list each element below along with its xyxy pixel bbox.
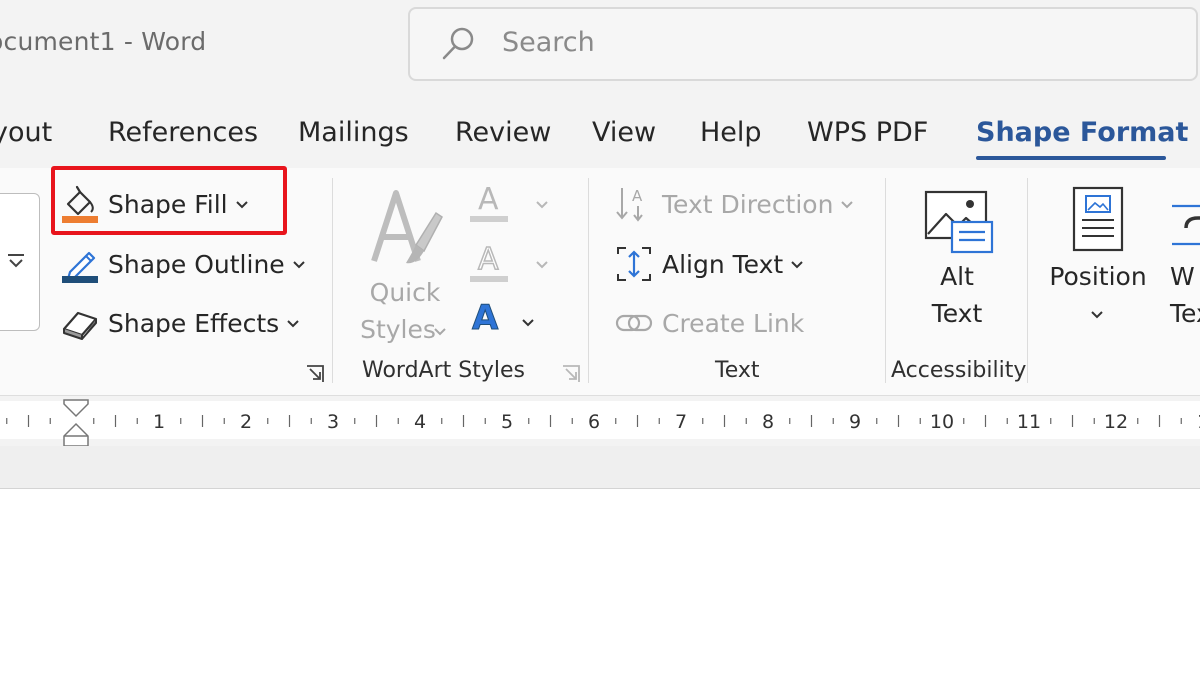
create-link-label: Create Link (662, 308, 805, 338)
chevron-down-icon (791, 261, 803, 269)
tab-layout[interactable]: yout (0, 117, 52, 148)
chevron-down-icon (287, 320, 299, 328)
chevron-down-icon (522, 319, 534, 327)
shape-fill-label: Shape Fill (108, 189, 228, 219)
chevron-down-icon (1091, 311, 1103, 319)
position-label: Position (1049, 262, 1147, 291)
tab-wps-pdf[interactable]: WPS PDF (807, 117, 928, 148)
text-group-label: Text (715, 358, 760, 383)
tab-mailings[interactable]: Mailings (298, 117, 409, 148)
dialog-launcher-icon[interactable] (560, 363, 582, 385)
shape-outline-label: Shape Outline (108, 249, 285, 279)
title-bar: ocument1 - Word Search (0, 0, 1200, 100)
shape-fill-button[interactable]: Shape Fill (60, 184, 250, 224)
shape-outline-button[interactable]: Shape Outline (60, 244, 307, 284)
align-text-icon (617, 247, 651, 281)
group-separator (588, 178, 589, 383)
search-icon (442, 27, 474, 60)
search-box[interactable]: Search (408, 7, 1198, 81)
quick-styles-label-1: Quick (369, 278, 441, 307)
chevron-down-icon (536, 201, 548, 209)
group-separator (885, 178, 886, 383)
ribbon: Shape Fill Shape Outline Shape Effects Q… (0, 166, 1200, 396)
ruler-number: 6 (588, 411, 600, 433)
ruler-number: 2 (240, 411, 252, 433)
group-separator (1027, 178, 1028, 383)
ruler-number: 5 (501, 411, 513, 433)
wordart-styles-group-label: WordArt Styles (362, 358, 525, 383)
ruler-scale: 1234567891011121 (0, 399, 1200, 446)
group-separator (332, 178, 333, 383)
create-link-button[interactable]: Create Link (614, 303, 804, 343)
alt-text-button[interactable]: Alt Text (904, 188, 1014, 338)
svg-text:A: A (632, 187, 643, 205)
align-text-button[interactable]: Align Text (614, 244, 805, 284)
tab-help[interactable]: Help (700, 117, 762, 148)
text-direction-icon: A (616, 187, 643, 222)
ruler-number: 1 (153, 411, 165, 433)
ruler-number: 10 (930, 411, 954, 433)
document-page[interactable] (0, 490, 1200, 675)
chevron-down-icon (434, 328, 446, 336)
text-outline-button[interactable]: A (468, 241, 558, 286)
tab-review[interactable]: Review (455, 117, 551, 148)
ruler-number: 7 (675, 411, 687, 433)
alt-text-icon (924, 190, 994, 254)
text-effects-button[interactable]: A (468, 298, 558, 344)
shape-styles-gallery[interactable] (0, 193, 40, 331)
ruler-number: 12 (1104, 411, 1128, 433)
paint-bucket-icon (62, 185, 98, 223)
position-button[interactable]: Position (1044, 186, 1154, 346)
wrap-text-label-2: Tex (1170, 299, 1200, 328)
text-effects-glyph: A (471, 298, 499, 339)
position-icon (1072, 186, 1124, 252)
search-placeholder: Search (502, 27, 595, 58)
accessibility-group-label: Accessibility (891, 358, 1027, 383)
pencil-outline-icon (62, 251, 98, 283)
wrap-text-button[interactable]: W Tex (1160, 186, 1200, 346)
document-title: ocument1 - Word (0, 27, 207, 56)
wrap-text-icon (1172, 204, 1200, 246)
quick-styles-icon (371, 190, 443, 264)
text-fill-color-bar (470, 216, 508, 222)
text-fill-button[interactable]: A (468, 182, 558, 226)
link-icon (615, 314, 653, 332)
tab-view[interactable]: View (592, 117, 656, 148)
active-tab-indicator (976, 156, 1166, 160)
text-fill-glyph: A (478, 182, 499, 217)
shape-effects-label: Shape Effects (108, 308, 280, 338)
wrap-text-label-1: W (1170, 262, 1195, 291)
ribbon-tabs: yout References Mailings Review View Hel… (0, 100, 1200, 168)
ruler-number: 9 (849, 411, 861, 433)
tab-shape-format[interactable]: Shape Format (976, 117, 1188, 148)
ruler-number: 4 (414, 411, 426, 433)
alt-text-label-2: Text (931, 299, 983, 328)
align-text-label: Align Text (662, 249, 784, 279)
chevron-down-icon (841, 201, 854, 209)
chevron-down-icon (536, 261, 548, 269)
ruler-number: 8 (762, 411, 774, 433)
shape-effects-button[interactable]: Shape Effects (60, 303, 301, 343)
canvas-top-margin (0, 446, 1200, 489)
shape-effects-icon (62, 311, 98, 340)
ruler-number: 11 (1017, 411, 1041, 433)
horizontal-ruler[interactable]: 1234567891011121 (0, 396, 1200, 446)
text-direction-label: Text Direction (662, 189, 834, 219)
chevron-down-icon (292, 261, 305, 269)
gallery-more-icon (8, 254, 24, 268)
alt-text-label-1: Alt (940, 262, 974, 291)
dialog-launcher-icon[interactable] (304, 363, 326, 385)
text-direction-button[interactable]: A Text Direction (614, 184, 855, 224)
text-outline-glyph: A (477, 241, 499, 278)
ruler-number: 3 (327, 411, 339, 433)
chevron-down-icon (235, 201, 248, 209)
tab-references[interactable]: References (108, 117, 258, 148)
text-outline-color-bar (470, 276, 508, 282)
quick-styles-button[interactable]: Quick Styles (350, 183, 460, 348)
